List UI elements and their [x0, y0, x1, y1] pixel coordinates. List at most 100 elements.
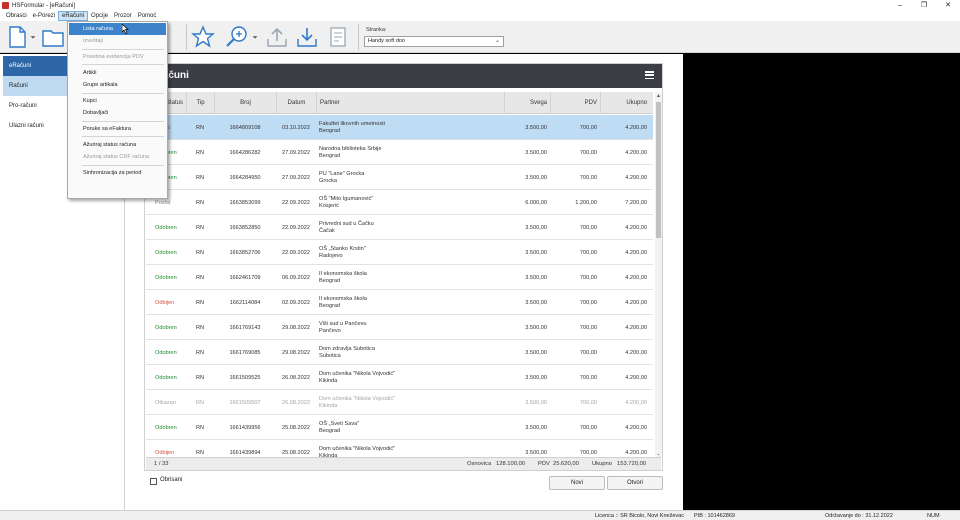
total-cell: 7.200,00: [625, 199, 647, 206]
grand-total: 153.720,00: [617, 461, 647, 467]
close-icon[interactable]: ✕: [936, 0, 960, 11]
menu-item-4[interactable]: Prozor: [111, 11, 135, 21]
menu-separator: [82, 64, 164, 66]
type-cell: RN: [195, 299, 205, 306]
partner-city: Pančevo: [319, 327, 341, 334]
grand-label: Ukupno: [592, 461, 612, 467]
table-row[interactable]: Odobren RN 1663852706 22.09.2022 OŠ „Stanko …: [146, 240, 653, 265]
partner-city: Grocka: [319, 177, 338, 184]
date-cell: 02.09.2022: [282, 299, 310, 306]
column-header-5[interactable]: Svega: [504, 92, 550, 114]
dropdown-item-13[interactable]: Ažuriraj status računa: [69, 139, 166, 151]
type-cell: RN: [195, 324, 205, 331]
date-cell: 25.08.2022: [282, 424, 310, 431]
number-cell: 1664284950: [229, 174, 261, 181]
minimize-icon[interactable]: –: [888, 0, 912, 11]
dropdown-item-8[interactable]: Kupci: [69, 95, 166, 107]
date-cell: 27.09.2022: [282, 149, 310, 156]
table-row[interactable]: Odobren RN 1661509525 26.08.2022 Dom učenika…: [146, 365, 653, 390]
column-header-6[interactable]: PDV: [550, 92, 600, 114]
total-cell: 4.200,00: [625, 374, 647, 381]
new-dropdown-chevron-icon[interactable]: [28, 24, 38, 50]
restore-icon[interactable]: ❐: [912, 0, 936, 11]
scroll-up-icon[interactable]: ▲: [655, 92, 662, 100]
dropdown-item-9[interactable]: Dobavljači: [69, 107, 166, 119]
menu-item-2[interactable]: eRačuni: [58, 11, 89, 21]
table-row[interactable]: Odobren RN 1661769143 29.08.2022 Viši sud u …: [146, 315, 653, 340]
subtotal-cell: 3.500,00: [525, 299, 547, 306]
date-cell: 22.09.2022: [282, 249, 310, 256]
menu-separator: [82, 48, 164, 50]
menu-item-0[interactable]: Obrasci: [3, 11, 30, 21]
scrollbar-thumb[interactable]: [656, 102, 661, 238]
column-header-1[interactable]: Tip: [186, 92, 214, 114]
table-row[interactable]: Otkazan RN 1661509507 26.08.2022 Dom učenika…: [146, 390, 653, 415]
upload-icon[interactable]: [264, 24, 290, 50]
subtotal-cell: 6.000,00: [525, 199, 547, 206]
status-bar: Licenca :: SR Bicolo, Novi Kneževac PIB …: [0, 510, 960, 520]
type-cell: RN: [195, 374, 205, 381]
new-button[interactable]: Novi: [549, 476, 605, 490]
column-header-2[interactable]: Broj: [214, 92, 276, 114]
type-cell: RN: [195, 424, 205, 431]
table-row[interactable]: PoslatRN166480910803.10.2022Fakultet lik…: [146, 115, 653, 140]
column-header-4[interactable]: Partner: [316, 92, 504, 114]
partner-name: Dom učenika "Nikola Vojvodić": [319, 395, 396, 402]
new-document-icon[interactable]: [4, 24, 30, 50]
table-row[interactable]: OdobrenRN166428628227.09.2022Narodna bib…: [146, 140, 653, 165]
record-count: 1 / 33: [154, 461, 169, 467]
column-header-7[interactable]: Ukupno: [600, 92, 650, 114]
open-button[interactable]: Otvori: [607, 476, 663, 490]
table-row[interactable]: Odobren RN 1663852850 22.09.2022 Privredni s…: [146, 215, 653, 240]
type-cell: RN: [195, 224, 205, 231]
dropdown-item-16[interactable]: Sinhronizacija za period: [69, 167, 166, 179]
partner-name: Viši sud u Pančevu: [319, 320, 367, 327]
total-cell: 4.200,00: [625, 149, 647, 156]
table-row[interactable]: Odbijen RN 1661439894 25.08.2022 Dom učenika…: [146, 440, 653, 459]
star-icon[interactable]: [190, 24, 216, 50]
hamburger-menu-icon[interactable]: [645, 71, 654, 79]
partner-cell: OŠ „Stanko Krstin" Radojevo: [316, 240, 504, 265]
dropdown-item-6[interactable]: Grupe artikala: [69, 79, 166, 91]
vat-cell: 700,00: [579, 124, 597, 131]
table-row[interactable]: Poslat RN 1663853099 22.09.2022 OŠ "Mito Igu…: [146, 190, 653, 215]
print-icon[interactable]: [326, 24, 352, 50]
table-row[interactable]: Odobren RN 1662461709 06.09.2022 II ekonomsk…: [146, 265, 653, 290]
partner-city: Beograd: [319, 127, 341, 134]
dropdown-item-5[interactable]: Artikli: [69, 67, 166, 79]
dropdown-item-0[interactable]: Lista računa: [69, 23, 166, 35]
vat-cell: 700,00: [579, 449, 597, 456]
vertical-scrollbar[interactable]: ▲ ⌄: [655, 92, 662, 458]
vat-cell: 700,00: [579, 274, 597, 281]
column-header-3[interactable]: Datum: [276, 92, 316, 114]
client-select[interactable]: Handy soft doo ⌄: [364, 36, 504, 47]
type-cell: RN: [195, 349, 205, 356]
vat-label: PDV: [538, 461, 550, 467]
partner-name: Dom učenika "Nikola Vojvodić": [319, 445, 396, 452]
client-label: Stranka:: [366, 27, 387, 33]
invoice-grid: PoslatRN166480910803.10.2022Fakultet lik…: [146, 115, 653, 458]
vat-cell: 1.200,00: [575, 199, 597, 206]
table-row[interactable]: Odbijen RN 1662114084 02.09.2022 II ekonomsk…: [146, 290, 653, 315]
total-cell: 4.200,00: [625, 299, 647, 306]
open-folder-icon[interactable]: [40, 24, 66, 50]
type-cell: RN: [195, 249, 205, 256]
menu-separator: [82, 136, 164, 138]
table-row[interactable]: OdobrenRN166428495027.09.2022PU "Lane" G…: [146, 165, 653, 190]
zoom-icon[interactable]: [224, 24, 250, 50]
partner-name: OŠ "Mito Igumanović": [319, 195, 374, 202]
show-deleted-checkbox[interactable]: [150, 478, 157, 485]
date-cell: 25.08.2022: [282, 449, 310, 456]
download-icon[interactable]: [294, 24, 320, 50]
date-cell: 06.09.2022: [282, 274, 310, 281]
table-row[interactable]: Odobren RN 1661769085 29.08.2022 Dom zdravlj…: [146, 340, 653, 365]
dropdown-item-11[interactable]: Poruke sa eFaktura: [69, 123, 166, 135]
total-cell: 4.200,00: [625, 449, 647, 456]
partner-cell: Narodna biblioteka Srbije Beograd: [316, 140, 504, 165]
subtotal-cell: 3.500,00: [525, 399, 547, 406]
table-row[interactable]: Odobren RN 1661439956 25.08.2022 OŠ „Sveti S…: [146, 415, 653, 440]
menu-item-3[interactable]: Opcije: [88, 11, 111, 21]
zoom-dropdown-chevron-icon[interactable]: [250, 24, 260, 50]
menu-item-5[interactable]: Pomoć: [135, 11, 160, 21]
menu-item-1[interactable]: e-Porezi: [30, 11, 58, 21]
